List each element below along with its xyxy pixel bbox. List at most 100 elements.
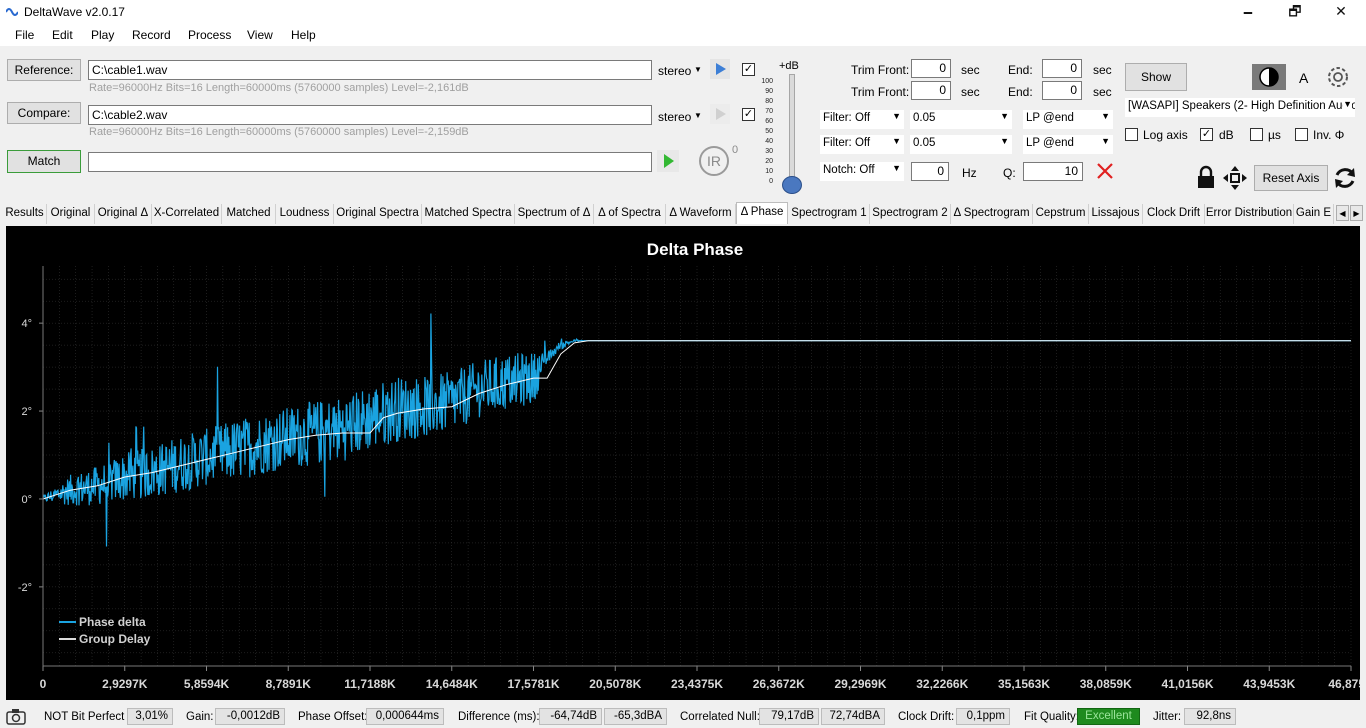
y-tick-label: 0° <box>21 494 32 506</box>
tab-delta-phase[interactable]: Δ Phase <box>736 202 788 224</box>
tab-scroll-right-icon[interactable]: ▶ <box>1350 205 1363 221</box>
filter1-select[interactable]: Filter: Off ▼ <box>820 110 904 129</box>
tab-delta-of-spectra[interactable]: Δ of Spectra <box>594 204 666 224</box>
gain-value: -0,0012dB <box>215 708 285 725</box>
tab-delta-waveform[interactable]: Δ Waveform <box>666 204 736 224</box>
chevron-down-icon: ▼ <box>892 136 901 146</box>
play-reference-icon[interactable] <box>710 59 730 79</box>
menu-edit[interactable]: Edit <box>52 28 73 42</box>
lock-icon[interactable] <box>1196 165 1216 189</box>
match-progress-field <box>88 152 652 172</box>
close-button[interactable]: ✕ <box>1318 0 1364 24</box>
tab-x-correlated[interactable]: X-Correlated <box>152 204 222 224</box>
log-axis-checkbox[interactable] <box>1125 128 1138 141</box>
tab-clock-drift[interactable]: Clock Drift <box>1143 204 1205 224</box>
tab-original[interactable]: Original <box>47 204 95 224</box>
channel-a-label[interactable]: A <box>1299 70 1308 86</box>
reference-path-input[interactable]: C:\cable1.wav <box>88 60 652 80</box>
level-slider-label: +dB <box>779 60 799 72</box>
ref-trim-front-input[interactable]: 0 <box>911 59 951 78</box>
pan-move-icon[interactable] <box>1222 165 1248 191</box>
ir-icon[interactable]: IR <box>699 146 729 176</box>
ref-trim-end-input[interactable]: 0 <box>1042 59 1082 78</box>
menu-view[interactable]: View <box>247 28 273 42</box>
chart-axes: 0 2,9297K 5,8594K 8,7891K 11,7188K 14,6484K 17… <box>18 266 1366 691</box>
output-device-select[interactable]: [WASAPI] Speakers (2- High Definition Au… <box>1125 98 1355 117</box>
show-button[interactable]: Show <box>1125 63 1187 91</box>
cmp-trim-end-input[interactable]: 0 <box>1042 81 1082 100</box>
tab-original-spectra[interactable]: Original Spectra <box>334 204 422 224</box>
chevron-down-icon: ▼ <box>1101 111 1110 121</box>
tab-matched-spectra[interactable]: Matched Spectra <box>422 204 515 224</box>
tab-spectrogram-2[interactable]: Spectrogram 2 <box>870 204 951 224</box>
clear-filters-icon[interactable] <box>1095 161 1115 181</box>
compare-enable-checkbox[interactable]: ✓ <box>742 108 755 121</box>
chevron-down-icon: ▼ <box>892 163 901 173</box>
gear-icon[interactable] <box>1325 64 1351 90</box>
tab-lissajous[interactable]: Lissajous <box>1089 204 1143 224</box>
theme-toggle-icon[interactable] <box>1252 64 1286 90</box>
app-icon <box>6 8 18 16</box>
minimize-button[interactable]: 🗕 <box>1225 0 1271 24</box>
notch-select[interactable]: Notch: Off ▼ <box>820 162 904 181</box>
tab-matched[interactable]: Matched <box>222 204 276 224</box>
tab-spectrum-of-delta[interactable]: Spectrum of Δ <box>515 204 594 224</box>
x-tick-label: 5,8594K <box>184 677 230 691</box>
reference-enable-checkbox[interactable]: ✓ <box>742 63 755 76</box>
delta-phase-chart[interactable]: 0 2,9297K 5,8594K 8,7891K 11,7188K 14,6484K 17… <box>6 226 1366 700</box>
play-compare-icon[interactable] <box>710 104 730 124</box>
reference-button[interactable]: Reference: <box>7 59 81 81</box>
reset-axis-button[interactable]: Reset Axis <box>1254 165 1328 191</box>
maximize-button[interactable]: 🗗 <box>1272 0 1318 24</box>
correlated-null-dba-value: 72,74dBA <box>821 708 885 725</box>
notch-q-input[interactable]: 10 <box>1023 162 1083 181</box>
legend-group-delay-label: Group Delay <box>79 632 151 646</box>
tab-loudness[interactable]: Loudness <box>276 204 334 224</box>
tab-scroll-left-icon[interactable]: ◀ <box>1336 205 1349 221</box>
clock-drift-value: 0,1ppm <box>956 708 1010 725</box>
match-button[interactable]: Match <box>7 150 81 173</box>
phase-delta-line <box>42 313 1351 547</box>
compare-channel-select[interactable]: stereo <box>658 110 691 124</box>
level-slider-thumb[interactable] <box>782 176 802 194</box>
us-checkbox[interactable] <box>1250 128 1263 141</box>
title-bar: DeltaWave v2.0.17 🗕 🗗 ✕ <box>0 0 1366 24</box>
tab-error-distribution[interactable]: Error Distribution <box>1205 204 1294 224</box>
filter1-value-select[interactable]: 0.05 ▼ <box>910 110 1012 129</box>
filter2-select[interactable]: Filter: Off ▼ <box>820 135 904 154</box>
tab-spectrogram-1[interactable]: Spectrogram 1 <box>789 204 870 224</box>
menu-record[interactable]: Record <box>132 28 171 42</box>
tab-gain-error[interactable]: Gain E <box>1294 204 1334 224</box>
x-tick-label: 29,2969K <box>834 677 886 691</box>
tab-original-delta[interactable]: Original Δ <box>95 204 152 224</box>
level-slider-track[interactable] <box>789 74 795 188</box>
x-tick-label: 2,9297K <box>102 677 148 691</box>
fit-quality-badge: Excellent <box>1077 708 1140 725</box>
camera-icon[interactable] <box>6 708 26 725</box>
x-tick-label: 26,3672K <box>753 677 805 691</box>
filter2-value-select[interactable]: 0.05 ▼ <box>910 135 1012 154</box>
tab-cepstrum[interactable]: Cepstrum <box>1033 204 1089 224</box>
x-tick-label: 23,4375K <box>671 677 723 691</box>
filter1-lp-select[interactable]: LP @end ▼ <box>1023 110 1113 129</box>
fit-quality-label: Fit Quality: <box>1024 711 1079 723</box>
compare-button[interactable]: Compare: <box>7 102 81 124</box>
filter2-lp-select[interactable]: LP @end ▼ <box>1023 135 1113 154</box>
menu-process[interactable]: Process <box>188 28 231 42</box>
menu-file[interactable]: File <box>15 28 34 42</box>
compare-path-input[interactable]: C:\cable2.wav <box>88 105 652 125</box>
gain-label: Gain: <box>186 711 214 723</box>
tab-delta-spectrogram[interactable]: Δ Spectrogram <box>951 204 1033 224</box>
reference-channel-select[interactable]: stereo <box>658 64 691 78</box>
refresh-icon[interactable] <box>1332 165 1358 191</box>
tab-results[interactable]: Results <box>3 204 47 224</box>
menu-play[interactable]: Play <box>91 28 114 42</box>
notch-hz-input[interactable]: 0 <box>911 162 949 181</box>
inv-phase-checkbox[interactable] <box>1295 128 1308 141</box>
db-checkbox[interactable]: ✓ <box>1200 128 1213 141</box>
run-match-icon[interactable] <box>657 150 679 172</box>
menu-help[interactable]: Help <box>291 28 316 42</box>
level-slider-scale: 100 90 80 70 60 50 40 30 20 10 0 <box>761 78 773 185</box>
us-label: µs <box>1268 128 1281 142</box>
cmp-trim-front-input[interactable]: 0 <box>911 81 951 100</box>
